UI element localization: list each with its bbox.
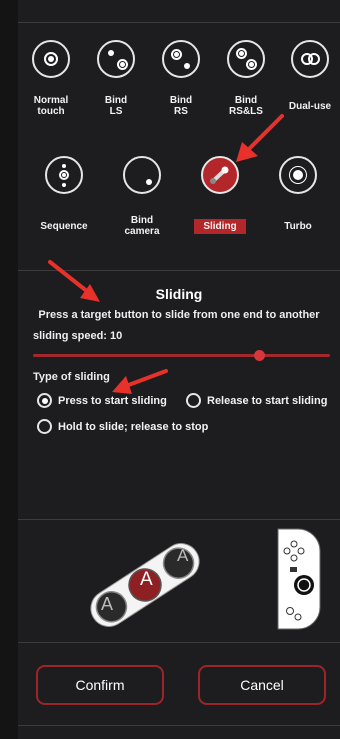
dual-use-icon	[291, 40, 329, 78]
bind-rs-icon	[162, 40, 200, 78]
bind-ls-icon	[97, 40, 135, 78]
radio-label: Release to start sliding	[207, 394, 328, 407]
speed-label: sliding speed: 10	[33, 330, 123, 342]
radio-hold-to-slide[interactable]: Hold to slide; release to stop	[37, 419, 208, 434]
mode-normal-touch[interactable]: Normal touch	[19, 40, 83, 117]
mode-bind-ls[interactable]: Bind LS	[84, 40, 148, 117]
radio-label: Hold to slide; release to stop	[58, 420, 209, 433]
normal-touch-icon	[32, 40, 70, 78]
mode-bind-rs-ls[interactable]: Bind RS&LS	[214, 40, 278, 117]
mode-label: Bind LS	[104, 95, 128, 117]
confirm-button[interactable]: Confirm	[36, 665, 164, 705]
annotation-arrow-icon	[236, 114, 284, 162]
mode-dual-use[interactable]: Dual-use	[278, 40, 340, 112]
action-divider	[18, 642, 340, 643]
annotation-arrow-icon	[48, 260, 100, 302]
mode-label-selected: Sliding	[194, 219, 246, 234]
radio-label: Press to start sliding	[58, 394, 167, 407]
type-label: Type of sliding	[33, 371, 110, 383]
mode-label: Turbo	[284, 221, 312, 232]
section-description: Press a target button to slide from one …	[38, 309, 320, 321]
joycon-icon	[277, 528, 321, 630]
radio-button[interactable]	[37, 419, 52, 434]
bind-camera-icon	[123, 156, 161, 194]
preview-letter-right: A	[177, 546, 189, 565]
preview-letter-center: A	[140, 569, 153, 590]
radio-release-to-start[interactable]: Release to start sliding	[186, 393, 327, 408]
top-divider	[18, 22, 340, 23]
radio-button[interactable]	[186, 393, 201, 408]
cancel-button[interactable]: Cancel	[198, 665, 326, 705]
mode-label: Bind camera	[124, 215, 160, 237]
annotation-arrow-icon	[112, 369, 168, 394]
slider-thumb[interactable]	[253, 350, 265, 361]
mode-label: Bind RS	[169, 95, 193, 117]
mode-sequence[interactable]: Sequence	[32, 156, 96, 232]
bind-rs-ls-icon	[227, 40, 265, 78]
mode-bind-rs[interactable]: Bind RS	[149, 40, 213, 117]
sequence-icon	[45, 156, 83, 194]
sliding-preview: A A A	[90, 543, 200, 627]
mode-bind-camera[interactable]: Bind camera	[110, 156, 174, 237]
preview-divider	[18, 519, 340, 520]
bottom-divider	[18, 725, 340, 726]
mode-label: Sequence	[40, 221, 88, 232]
radio-button-selected[interactable]	[37, 393, 52, 408]
preview-letter-left: A	[101, 594, 113, 614]
speed-slider[interactable]	[33, 350, 330, 361]
mode-label: Normal touch	[33, 95, 69, 117]
